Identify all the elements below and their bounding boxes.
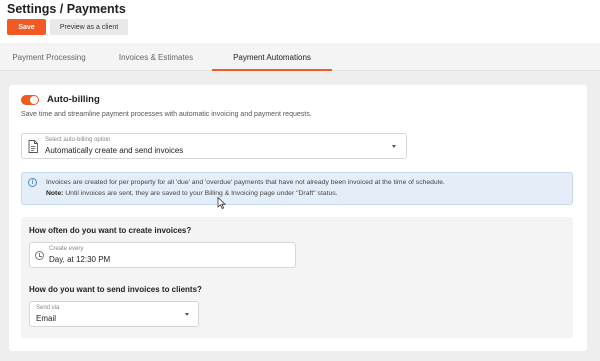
mouse-cursor-icon (217, 197, 226, 209)
toggle-knob (30, 96, 38, 104)
chevron-down-icon (185, 313, 189, 316)
note-text: Until invoices are sent, they are saved … (63, 190, 338, 197)
auto-billing-toggle[interactable] (21, 95, 39, 105)
note-label: Note: (46, 190, 64, 197)
tab-payment-processing[interactable]: Payment Processing (0, 43, 98, 71)
preview-as-client-button[interactable]: Preview as a client (50, 19, 128, 35)
page-header: Settings / Payments Save Preview as a cl… (0, 0, 600, 43)
tab-invoices-estimates[interactable]: Invoices & Estimates (104, 43, 208, 71)
create-every-field[interactable]: Create every Day, at 12:30 PM (29, 242, 296, 268)
create-every-label: Create every (49, 246, 84, 252)
create-every-value: Day, at 12:30 PM (49, 255, 111, 264)
tab-payment-automations[interactable]: Payment Automations (212, 43, 332, 71)
save-button[interactable]: Save (7, 19, 46, 35)
info-banner: i Invoices are created for per property … (21, 172, 573, 205)
auto-billing-title: Auto-billing (47, 94, 100, 105)
select-value: Automatically create and send invoices (45, 146, 184, 155)
active-tab-indicator (212, 69, 332, 71)
select-label: Select auto-billing option (45, 137, 111, 143)
chevron-down-icon (392, 145, 396, 148)
document-icon (28, 140, 38, 153)
auto-billing-description: Save time and streamline payment process… (21, 111, 312, 118)
page-title: Settings / Payments (7, 2, 126, 16)
clock-icon (35, 251, 44, 260)
info-icon: i (28, 178, 37, 187)
settings-tabs: Payment Processing Invoices & Estimates … (0, 43, 600, 71)
send-via-label: Send via (36, 305, 60, 311)
send-via-value: Email (36, 314, 57, 323)
frequency-question: How often do you want to create invoices… (29, 226, 192, 235)
info-note: Note: Until invoices are sent, they are … (46, 190, 338, 197)
info-text: Invoices are created for per property fo… (46, 179, 445, 186)
send-question: How do you want to send invoices to clie… (29, 285, 202, 294)
send-via-select[interactable]: Send via Email (29, 301, 199, 327)
auto-billing-option-select[interactable]: Select auto-billing option Automatically… (21, 133, 407, 159)
